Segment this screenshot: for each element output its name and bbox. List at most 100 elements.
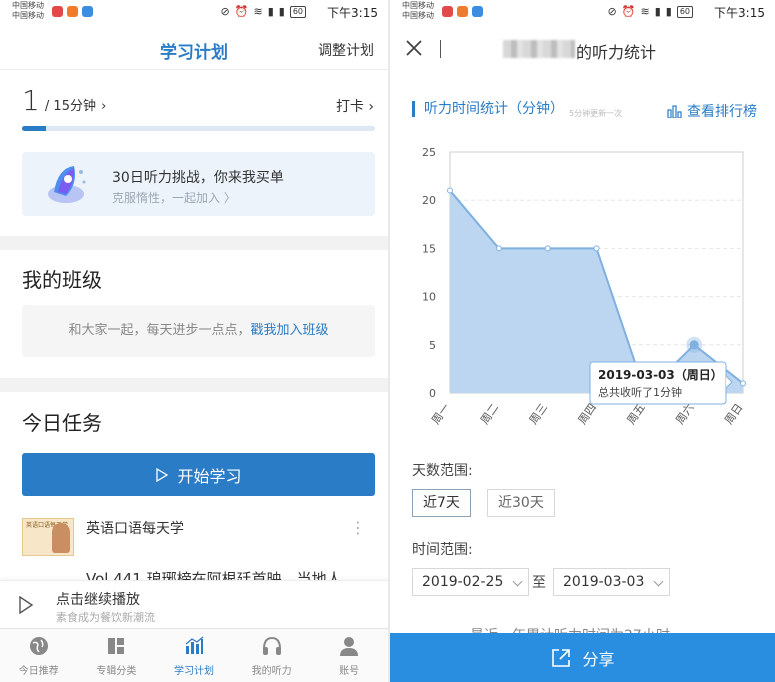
start-study-button[interactable]: 开始学习 bbox=[22, 453, 375, 496]
update-note: 5分钟更新一次 bbox=[569, 109, 623, 118]
bar-chart-icon bbox=[667, 105, 682, 118]
daily-progress[interactable]: 1 / 15分钟 › 打卡 › bbox=[22, 84, 374, 117]
x-tick-label: 周二 bbox=[478, 401, 501, 426]
status-time: 下午3:15 bbox=[327, 6, 378, 20]
page-title: 的听力统计 bbox=[576, 43, 657, 62]
carrier-label-2: 中国移动 bbox=[12, 11, 44, 20]
status-bar: 中国移动 中国移动 ⊘ ⏰ ≋ ▮ ▮ 60 下午3:15 bbox=[390, 0, 775, 24]
stats-header: 的听力统计 bbox=[390, 28, 775, 70]
progress-goal: / 15分钟 bbox=[44, 99, 96, 114]
header-divider bbox=[440, 40, 441, 58]
grid-icon bbox=[108, 638, 125, 654]
course-item[interactable]: 英语口语每天学 英语口语每天学 ⋮ Vol.441 琅琊榜在阿根廷首映，当地人 bbox=[22, 516, 374, 588]
days-range-label: 天数范围: bbox=[412, 463, 473, 479]
x-tick-label: 周一 bbox=[429, 401, 452, 426]
course-name: 英语口语每天学 bbox=[86, 521, 184, 537]
app-notification-icon bbox=[52, 6, 63, 17]
y-tick-label: 20 bbox=[422, 194, 436, 207]
chevron-down-icon bbox=[653, 576, 664, 587]
rocket-icon bbox=[48, 166, 86, 203]
play-icon[interactable] bbox=[18, 596, 34, 614]
view-ranking-button[interactable]: 查看排行榜 bbox=[667, 101, 757, 121]
x-tick-label: 周日 bbox=[722, 401, 745, 426]
y-tick-label: 10 bbox=[422, 291, 436, 304]
app-notification-icon bbox=[457, 6, 468, 17]
chevron-right-icon: › bbox=[101, 99, 107, 114]
data-point bbox=[689, 340, 699, 350]
data-point bbox=[593, 245, 600, 252]
date-to-select[interactable]: 2019-03-03 bbox=[553, 568, 670, 596]
x-tick-label: 周五 bbox=[625, 401, 648, 426]
tab-albums[interactable]: 专辑分类 bbox=[78, 629, 156, 682]
user-icon bbox=[340, 637, 359, 656]
join-class-link[interactable]: 戳我加入班级 bbox=[251, 323, 329, 338]
tab-my-listening[interactable]: 我的听力 bbox=[233, 629, 311, 682]
join-class-box[interactable]: 和大家一起，每天进步一点点，戳我加入班级 bbox=[22, 305, 375, 357]
listening-stats-screen: 中国移动 中国移动 ⊘ ⏰ ≋ ▮ ▮ 60 下午3:15 的听力统计 听力时间… bbox=[390, 0, 775, 682]
notification-icons bbox=[52, 6, 93, 17]
date-from-select[interactable]: 2019-02-25 bbox=[412, 568, 529, 596]
battery-icon: 60 bbox=[676, 5, 693, 18]
share-icon bbox=[552, 648, 571, 667]
player-title: 点击继续播放 bbox=[56, 592, 140, 608]
tab-account[interactable]: 账号 bbox=[310, 629, 388, 682]
course-thumbnail: 英语口语每天学 bbox=[22, 518, 74, 556]
progress-fill bbox=[22, 126, 46, 131]
blurred-username bbox=[503, 40, 575, 58]
wifi-icon: ≋ bbox=[640, 5, 650, 18]
challenge-subtitle: 克服惰性，一起加入 〉 bbox=[112, 191, 236, 205]
listening-time-chart[interactable]: 0 5 10 15 20 25 周一 周二 周三 周四 周五 周六 周日 2019-03-03（周日） 总共… bbox=[390, 140, 775, 440]
to-label: 至 bbox=[532, 575, 546, 591]
tooltip-title: 2019-03-03（周日） bbox=[598, 367, 723, 382]
section-divider bbox=[0, 378, 388, 392]
data-point bbox=[495, 245, 502, 252]
tab-study-plan[interactable]: 学习计划 bbox=[155, 629, 233, 682]
study-plan-screen: 中国移动 中国移动 ⊘ ⏰ ≋ ▮ ▮ 60 下午3:15 学习计划 调整计划 … bbox=[0, 0, 388, 682]
y-tick-label: 25 bbox=[422, 146, 436, 159]
carrier-label-2: 中国移动 bbox=[402, 11, 434, 20]
wifi-icon: ≋ bbox=[253, 5, 263, 18]
checkin-button[interactable]: 打卡 › bbox=[336, 96, 374, 116]
progress-current: 1 bbox=[22, 84, 40, 117]
signal-icon-2: ▮ bbox=[278, 5, 285, 18]
section-divider bbox=[0, 236, 388, 250]
chevron-down-icon bbox=[512, 576, 523, 587]
tab-today[interactable]: 今日推荐 bbox=[0, 629, 78, 682]
section-label: 听力时间统计（分钟） bbox=[412, 101, 564, 117]
notification-icons bbox=[442, 6, 483, 17]
close-icon[interactable] bbox=[404, 38, 424, 58]
y-tick-label: 15 bbox=[422, 242, 436, 255]
globe-icon bbox=[29, 637, 48, 655]
signal-icon: ▮ bbox=[654, 5, 661, 18]
player-subtitle: 素食成为餐饮新潮流 bbox=[56, 611, 155, 624]
mute-icon: ⊘ bbox=[220, 5, 230, 18]
task-section-title: 今日任务 bbox=[22, 411, 102, 435]
app-notification-icon bbox=[472, 6, 483, 17]
more-options-icon[interactable]: ⋮ bbox=[350, 518, 366, 537]
x-tick-label: 周三 bbox=[527, 401, 550, 426]
app-notification-icon bbox=[67, 6, 78, 17]
progress-bar bbox=[22, 126, 375, 131]
plan-header: 学习计划 调整计划 bbox=[0, 28, 388, 70]
range-30-days-button[interactable]: 近30天 bbox=[487, 489, 555, 517]
bottom-tab-bar: 今日推荐 专辑分类 学习计划 我的听力 账号 bbox=[0, 628, 388, 682]
mute-icon: ⊘ bbox=[607, 5, 617, 18]
carrier-label: 中国移动 bbox=[12, 1, 44, 10]
signal-icon: ▮ bbox=[267, 5, 274, 18]
y-tick-label: 5 bbox=[429, 339, 436, 352]
headphones-icon bbox=[262, 636, 281, 655]
alarm-icon: ⏰ bbox=[234, 5, 249, 18]
x-tick-label: 周四 bbox=[576, 401, 599, 426]
time-range-label: 时间范围: bbox=[412, 542, 473, 558]
carrier-label: 中国移动 bbox=[402, 1, 434, 10]
share-button[interactable]: 分享 bbox=[390, 633, 775, 682]
challenge-banner[interactable]: 30日听力挑战，你来我买单 克服惰性，一起加入 〉 bbox=[22, 152, 375, 216]
adjust-plan-button[interactable]: 调整计划 bbox=[318, 40, 374, 60]
status-time: 下午3:15 bbox=[714, 6, 765, 20]
class-section-title: 我的班级 bbox=[22, 268, 102, 292]
data-point bbox=[740, 380, 746, 387]
range-7-days-button[interactable]: 近7天 bbox=[412, 489, 471, 517]
x-tick-label: 周六 bbox=[673, 401, 696, 426]
class-prompt: 和大家一起，每天进步一点点， bbox=[68, 323, 251, 338]
mini-player[interactable]: 点击继续播放 素食成为餐饮新潮流 bbox=[0, 580, 388, 628]
